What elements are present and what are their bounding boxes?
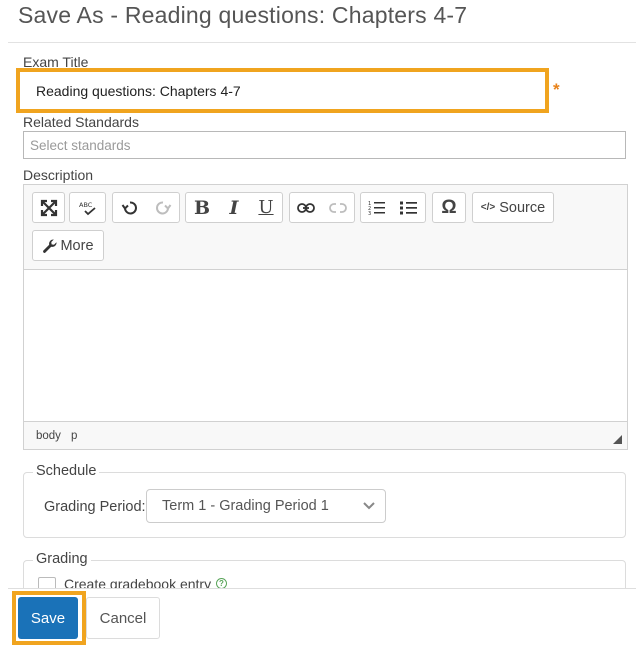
source-label: Source [499, 199, 546, 216]
related-standards-label: Related Standards [23, 114, 139, 130]
save-button[interactable]: Save [18, 597, 78, 639]
link-icon [297, 202, 315, 213]
chevron-down-icon [363, 502, 375, 510]
redo-icon [155, 201, 171, 214]
element-path-body[interactable]: body [36, 430, 61, 442]
numbered-list-button[interactable]: 1 2 3 [361, 193, 393, 222]
description-label: Description [23, 167, 94, 183]
underline-icon: U [258, 197, 274, 218]
spellcheck-group: ABC [69, 192, 106, 223]
source-button[interactable]: </> Source [473, 193, 553, 222]
spellcheck-icon: ABC [79, 201, 96, 215]
redo-button[interactable] [146, 193, 179, 222]
text-format-group: B I U [185, 192, 283, 223]
history-group [112, 192, 180, 223]
bulleted-list-button[interactable] [393, 193, 425, 222]
title-divider [8, 42, 636, 43]
grading-period-select[interactable]: Term 1 - Grading Period 1 [146, 489, 386, 523]
editor-status-bar: body p [24, 421, 627, 449]
special-char-group: Ω [432, 192, 466, 223]
link-button[interactable] [290, 193, 322, 222]
italic-button[interactable]: I [218, 193, 250, 222]
required-marker: * [553, 80, 560, 99]
source-code-icon: </> [480, 202, 496, 213]
standards-select-input[interactable]: Select standards [23, 131, 626, 159]
more-button[interactable]: More [33, 231, 103, 260]
numbered-list-icon: 1 2 3 [368, 201, 385, 216]
undo-icon [121, 201, 137, 214]
spellcheck-button[interactable]: ABC [70, 193, 105, 222]
grading-legend: Grading [33, 551, 91, 567]
bold-button[interactable]: B [186, 193, 218, 222]
undo-button[interactable] [113, 193, 146, 222]
link-group [289, 192, 355, 223]
underline-button[interactable]: U [250, 193, 282, 222]
wrench-icon [43, 238, 57, 253]
dialog-title: Save As - Reading questions: Chapters 4-… [18, 2, 468, 28]
source-group: </> Source [472, 192, 554, 223]
resize-handle[interactable] [613, 435, 622, 444]
element-path-p[interactable]: p [71, 430, 77, 442]
cancel-button[interactable]: Cancel [86, 597, 160, 639]
bulleted-list-icon [400, 201, 417, 214]
maximize-group [32, 192, 65, 223]
omega-icon: Ω [441, 196, 457, 218]
bold-icon: B [193, 196, 211, 219]
svg-text:3: 3 [368, 211, 371, 216]
schedule-legend: Schedule [33, 463, 100, 479]
editor-content-area[interactable] [24, 271, 627, 421]
unlink-icon [329, 202, 347, 213]
italic-icon: I [229, 196, 239, 219]
maximize-button[interactable] [33, 193, 64, 222]
grading-period-value: Term 1 - Grading Period 1 [162, 498, 329, 514]
special-char-button[interactable]: Ω [433, 193, 465, 222]
exam-title-input[interactable]: Reading questions: Chapters 4-7 [20, 72, 545, 109]
svg-text:ABC: ABC [79, 201, 93, 209]
description-editor: ABC B I U 1 2 3 Ω </> Source More body p [23, 184, 628, 450]
list-group: 1 2 3 [360, 192, 426, 223]
grading-period-label: Grading Period: [44, 499, 146, 515]
editor-toolbar: ABC B I U 1 2 3 Ω </> Source More [24, 185, 627, 270]
maximize-icon [40, 199, 57, 216]
unlink-button[interactable] [322, 193, 354, 222]
more-group: More [32, 230, 104, 261]
more-label: More [60, 237, 94, 254]
